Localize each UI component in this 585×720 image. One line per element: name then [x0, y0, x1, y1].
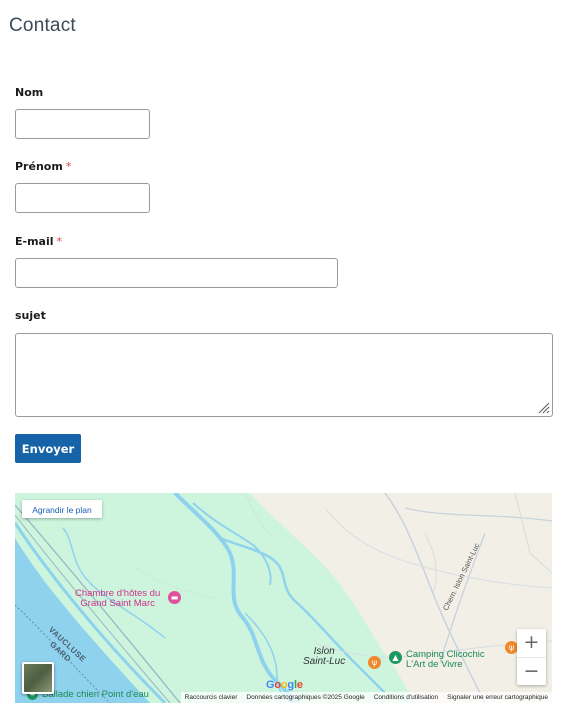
resize-handle-icon[interactable] [536, 400, 550, 414]
map-poi-balade[interactable]: Ballade chien Point d'eau [42, 690, 149, 700]
zoom-in-button[interactable]: + [517, 629, 546, 657]
prenom-label-text: Prénom [15, 160, 63, 173]
sujet-textarea[interactable] [15, 333, 553, 417]
report-error-link[interactable]: Signaler une erreur cartographique [447, 692, 548, 703]
zoom-out-button[interactable]: − [517, 657, 546, 685]
sujet-label: sujet [15, 309, 46, 322]
map-poi-label: Grand Saint Marc [80, 598, 155, 609]
submit-button[interactable]: Envoyer [15, 434, 81, 463]
keyboard-shortcuts-link[interactable]: Raccourcis clavier [185, 692, 238, 703]
sujet-label-text: sujet [15, 309, 46, 322]
map-town-label: Islon Saint-Luc [303, 647, 345, 667]
required-marker: * [65, 160, 72, 173]
nom-label-text: Nom [15, 86, 44, 99]
map-attribution: Raccourcis clavier Données cartographiqu… [180, 692, 552, 703]
nom-input[interactable] [15, 109, 150, 139]
campground-icon[interactable]: ▲ [389, 651, 402, 664]
restaurant-icon[interactable]: ψ [368, 656, 381, 669]
required-marker: * [56, 235, 63, 248]
map[interactable]: Agrandir le plan Chambre d'hôtes du Gran… [15, 493, 552, 703]
nom-label: Nom [15, 86, 43, 99]
zoom-control: + − [517, 629, 546, 685]
bed-icon[interactable]: ▬ [168, 591, 181, 604]
email-label-text: E-mail [15, 235, 54, 248]
prenom-input[interactable] [15, 183, 150, 213]
enlarge-map-button[interactable]: Agrandir le plan [22, 500, 102, 518]
email-label: E-mail * [15, 235, 62, 248]
map-data-credit: Données cartographiques ©2025 Google [246, 694, 365, 701]
google-logo: Google [266, 679, 303, 691]
map-type-toggle[interactable] [22, 662, 54, 694]
map-town-line: Saint-Luc [303, 656, 346, 667]
prenom-label: Prénom * [15, 160, 71, 173]
map-poi-label: L'Art de Vivre [406, 659, 463, 670]
terms-link[interactable]: Conditions d'utilisation [374, 692, 438, 703]
map-poi-chambre-hotes[interactable]: Chambre d'hôtes du Grand Saint Marc [75, 589, 160, 609]
page-title: Contact [9, 15, 76, 36]
email-input[interactable] [15, 258, 338, 288]
map-poi-camping[interactable]: Camping Clicochic L'Art de Vivre [406, 650, 485, 670]
